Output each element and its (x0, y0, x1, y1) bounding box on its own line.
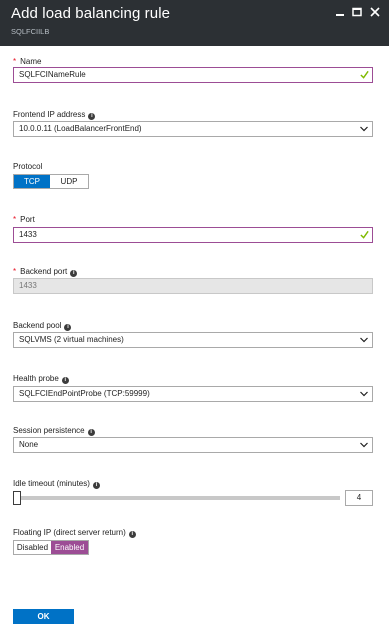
port-input[interactable]: 1433 (13, 227, 373, 243)
session-persistence-value: None (19, 440, 39, 449)
required-marker: * (13, 57, 17, 66)
backend-pool-label-text: Backend pool (13, 321, 62, 330)
blade-subtitle: SQLFCIILB (11, 27, 50, 36)
info-icon[interactable]: i (70, 270, 78, 277)
protocol-label: Protocol (13, 162, 42, 171)
protocol-label-text: Protocol (13, 162, 43, 171)
check-icon (360, 70, 369, 79)
floating-ip-toggle: Disabled Enabled (13, 540, 89, 555)
session-persistence-label-text: Session persistence (13, 426, 85, 435)
check-icon (360, 230, 369, 239)
info-icon[interactable]: i (64, 324, 72, 331)
blade-title: Add load balancing rule (11, 5, 171, 22)
maximize-icon[interactable] (351, 6, 363, 18)
port-label-text: Port (20, 215, 35, 224)
frontend-ip-select[interactable]: 10.0.0.11 (LoadBalancerFrontEnd) (13, 121, 373, 137)
backend-port-label-text: Backend port (20, 267, 68, 276)
protocol-toggle: TCP UDP (13, 174, 89, 189)
port-label: * Port (13, 215, 35, 224)
chevron-down-icon (360, 442, 368, 448)
info-icon[interactable]: i (92, 482, 100, 489)
idle-timeout-label: Idle timeout (minutes) i (13, 479, 100, 489)
info-icon[interactable]: i (87, 429, 95, 436)
name-value: SQLFCINameRule (19, 70, 86, 79)
info-icon[interactable]: i (128, 531, 136, 538)
required-marker: * (13, 267, 17, 276)
session-persistence-select[interactable]: None (13, 437, 373, 453)
health-probe-value: SQLFCIEndPointProbe (TCP:59999) (19, 389, 150, 398)
frontend-ip-label: Frontend IP address i (13, 110, 96, 120)
health-probe-select[interactable]: SQLFCIEndPointProbe (TCP:59999) (13, 386, 373, 402)
protocol-option-tcp[interactable]: TCP (14, 175, 50, 188)
floating-ip-label-text: Floating IP (direct server return) (13, 528, 126, 537)
chevron-down-icon (360, 391, 368, 397)
minimize-icon[interactable] (334, 6, 346, 18)
name-label: * Name (13, 57, 41, 66)
idle-timeout-input[interactable]: 4 (345, 490, 373, 506)
port-value: 1433 (19, 230, 37, 239)
frontend-ip-label-text: Frontend IP address (13, 110, 86, 119)
idle-timeout-label-text: Idle timeout (minutes) (13, 479, 90, 488)
required-marker: * (13, 215, 17, 224)
blade-header: Add load balancing rule SQLFCIILB (0, 0, 389, 46)
floating-ip-option-disabled[interactable]: Disabled (14, 541, 51, 554)
backend-port-input: 1433 (13, 278, 373, 294)
name-input[interactable]: SQLFCINameRule (13, 67, 373, 83)
info-icon[interactable]: i (61, 377, 69, 384)
health-probe-label-text: Health probe (13, 374, 59, 383)
backend-port-label: * Backend port i (13, 267, 78, 277)
ok-button[interactable]: OK (13, 609, 74, 624)
info-icon[interactable]: i (88, 113, 96, 120)
health-probe-label: Health probe i (13, 374, 69, 384)
name-label-text: Name (20, 57, 42, 66)
backend-pool-label: Backend pool i (13, 321, 72, 331)
backend-pool-value: SQLVMS (2 virtual machines) (19, 335, 124, 344)
idle-timeout-slider-thumb[interactable] (13, 491, 21, 505)
chevron-down-icon (360, 126, 368, 132)
session-persistence-label: Session persistence i (13, 426, 95, 436)
floating-ip-label: Floating IP (direct server return) i (13, 528, 136, 538)
chevron-down-icon (360, 337, 368, 343)
backend-port-value: 1433 (19, 281, 37, 290)
protocol-option-udp[interactable]: UDP (50, 175, 88, 188)
idle-timeout-slider-track[interactable] (17, 496, 340, 500)
frontend-ip-value: 10.0.0.11 (LoadBalancerFrontEnd) (19, 124, 142, 133)
close-icon[interactable] (369, 6, 381, 18)
floating-ip-option-enabled[interactable]: Enabled (51, 541, 88, 554)
backend-pool-select[interactable]: SQLVMS (2 virtual machines) (13, 332, 373, 348)
